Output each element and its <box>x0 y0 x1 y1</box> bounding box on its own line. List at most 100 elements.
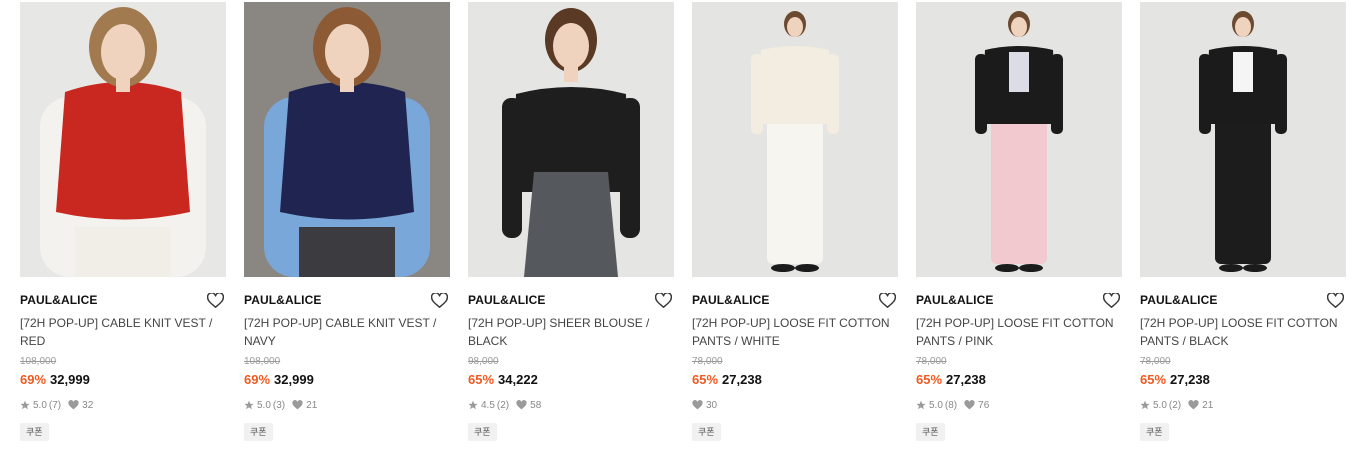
rating-value: 5.0 <box>33 399 47 411</box>
coupon-badge[interactable]: 쿠폰 <box>20 423 49 441</box>
model-left-shoe <box>771 264 795 272</box>
model-right-arm <box>620 98 640 238</box>
product-image[interactable] <box>692 2 898 277</box>
brand-name[interactable]: PAUL&ALICE <box>468 293 545 307</box>
model-vest <box>56 82 190 220</box>
model-left-arm <box>502 98 522 238</box>
sale-price: 32,999 <box>50 372 90 387</box>
wishlist-heart-icon[interactable] <box>654 291 672 309</box>
like-count: 30 <box>706 399 718 411</box>
product-image[interactable] <box>20 2 226 277</box>
sale-price: 27,238 <box>946 372 986 387</box>
coupon-badge[interactable]: 쿠폰 <box>468 423 497 441</box>
price-row: 65% 27,238 <box>916 371 1122 389</box>
heart-filled-icon <box>68 400 79 410</box>
product-title[interactable]: [72H POP-UP] CABLE KNIT VEST / NAVY <box>244 314 450 350</box>
model-bottom <box>75 227 171 277</box>
brand-row: PAUL&ALICE <box>916 291 1122 309</box>
product-card[interactable]: PAUL&ALICE [72H POP-UP] LOOSE FIT COTTON… <box>1140 2 1346 441</box>
likes: 76 <box>964 400 989 411</box>
coupon-badge[interactable]: 쿠폰 <box>916 423 945 441</box>
brand-name[interactable]: PAUL&ALICE <box>20 293 97 307</box>
product-card[interactable]: PAUL&ALICE [72H POP-UP] CABLE KNIT VEST … <box>20 2 226 441</box>
brand-name[interactable]: PAUL&ALICE <box>1140 293 1217 307</box>
rating: 5.0 (8) <box>916 400 957 411</box>
rating: 5.0 (7) <box>20 400 61 411</box>
wishlist-heart-icon[interactable] <box>1102 291 1120 309</box>
brand-row: PAUL&ALICE <box>20 291 226 309</box>
product-meta: 4.5 (2) 58 <box>468 398 674 412</box>
sale-price: 27,238 <box>722 372 762 387</box>
brand-row: PAUL&ALICE <box>1140 291 1346 309</box>
price-row: 69% 32,999 <box>244 371 450 389</box>
model-pants <box>991 114 1047 264</box>
coupon-badge[interactable]: 쿠폰 <box>1140 423 1169 441</box>
original-price: 78,000 <box>1140 356 1171 367</box>
model-face <box>787 17 803 37</box>
rating: 5.0 (2) <box>1140 400 1181 411</box>
star-icon <box>916 400 926 410</box>
price-row: 69% 32,999 <box>20 371 226 389</box>
brand-name[interactable]: PAUL&ALICE <box>916 293 993 307</box>
likes: 32 <box>68 400 93 411</box>
product-meta: 5.0 (2) 21 <box>1140 398 1346 412</box>
wishlist-heart-icon[interactable] <box>206 291 224 309</box>
model-pants <box>767 114 823 264</box>
model-vest <box>280 82 414 220</box>
model-face <box>101 24 145 80</box>
model-left-arm <box>1199 54 1211 134</box>
original-price: 108,000 <box>244 356 281 367</box>
model-bottom <box>299 227 395 277</box>
model-left-shoe <box>995 264 1019 272</box>
original-price: 78,000 <box>692 356 723 367</box>
coupon-badge[interactable]: 쿠폰 <box>692 423 721 441</box>
product-card[interactable]: PAUL&ALICE [72H POP-UP] LOOSE FIT COTTON… <box>916 2 1122 441</box>
brand-name[interactable]: PAUL&ALICE <box>244 293 321 307</box>
model-neck <box>340 76 354 92</box>
product-image[interactable] <box>468 2 674 277</box>
heart-filled-icon <box>1188 400 1199 410</box>
heart-filled-icon <box>692 400 703 410</box>
product-title[interactable]: [72H POP-UP] SHEER BLOUSE / BLACK <box>468 314 674 350</box>
likes: 21 <box>1188 400 1213 411</box>
product-card[interactable]: PAUL&ALICE [72H POP-UP] LOOSE FIT COTTON… <box>692 2 898 441</box>
wishlist-heart-icon[interactable] <box>1326 291 1344 309</box>
product-image[interactable] <box>244 2 450 277</box>
model-photo <box>916 2 1122 277</box>
review-count: (2) <box>1168 399 1182 411</box>
product-grid: PAUL&ALICE [72H POP-UP] CABLE KNIT VEST … <box>20 2 1346 441</box>
rating-value: 4.5 <box>481 399 495 411</box>
like-count: 32 <box>82 399 94 411</box>
product-image[interactable] <box>1140 2 1346 277</box>
brand-name[interactable]: PAUL&ALICE <box>692 293 769 307</box>
product-title[interactable]: [72H POP-UP] CABLE KNIT VEST / RED <box>20 314 226 350</box>
model-left-shoe <box>1219 264 1243 272</box>
product-meta: 5.0 (8) 76 <box>916 398 1122 412</box>
wishlist-heart-icon[interactable] <box>430 291 448 309</box>
model-face <box>1235 17 1251 37</box>
star-icon <box>244 400 254 410</box>
model-right-shoe <box>1019 264 1043 272</box>
discount-rate: 65% <box>916 372 943 387</box>
likes: 30 <box>692 400 717 411</box>
product-title[interactable]: [72H POP-UP] LOOSE FIT COTTON PANTS / PI… <box>916 314 1122 350</box>
discount-rate: 69% <box>244 372 271 387</box>
model-right-arm <box>827 54 839 134</box>
review-count: (8) <box>944 399 958 411</box>
model-face <box>1011 17 1027 37</box>
discount-rate: 65% <box>1140 372 1167 387</box>
product-image[interactable] <box>916 2 1122 277</box>
product-title[interactable]: [72H POP-UP] LOOSE FIT COTTON PANTS / BL… <box>1140 314 1346 350</box>
product-card[interactable]: PAUL&ALICE [72H POP-UP] CABLE KNIT VEST … <box>244 2 450 441</box>
price-row: 65% 27,238 <box>1140 371 1346 389</box>
wishlist-heart-icon[interactable] <box>878 291 896 309</box>
discount-rate: 65% <box>692 372 719 387</box>
product-title[interactable]: [72H POP-UP] LOOSE FIT COTTON PANTS / WH… <box>692 314 898 350</box>
brand-row: PAUL&ALICE <box>692 291 898 309</box>
like-count: 21 <box>306 399 318 411</box>
coupon-badge[interactable]: 쿠폰 <box>244 423 273 441</box>
product-meta: 5.0 (7) 32 <box>20 398 226 412</box>
product-card[interactable]: PAUL&ALICE [72H POP-UP] SHEER BLOUSE / B… <box>468 2 674 441</box>
likes: 21 <box>292 400 317 411</box>
price-row: 65% 27,238 <box>692 371 898 389</box>
